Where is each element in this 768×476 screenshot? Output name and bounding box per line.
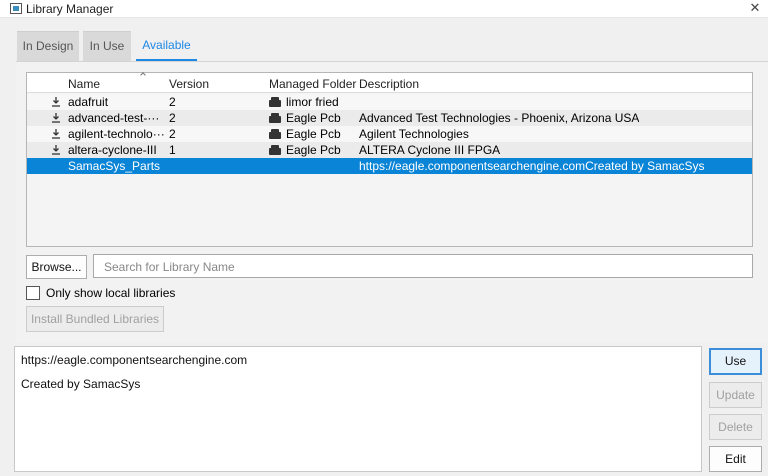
download-icon[interactable] xyxy=(51,128,61,140)
table-row[interactable]: agilent-technolo··· 2 Eagle Pcb Agilent … xyxy=(27,126,752,142)
row-folder: Eagle Pcb xyxy=(286,143,341,157)
download-icon[interactable] xyxy=(51,112,61,124)
download-icon[interactable] xyxy=(51,144,61,156)
table-row[interactable]: adafruit 2 limor fried xyxy=(27,94,752,110)
search-placeholder: Search for Library Name xyxy=(104,260,235,274)
browse-button[interactable]: Browse... xyxy=(26,255,87,279)
row-version: 1 xyxy=(169,143,176,157)
tab-available[interactable]: Available xyxy=(136,31,197,61)
briefcase-icon xyxy=(269,97,281,107)
row-folder: Eagle Pcb xyxy=(286,127,341,141)
column-name[interactable]: Name xyxy=(68,77,100,91)
row-name: altera-cyclone-III xyxy=(68,143,157,157)
column-version[interactable]: Version xyxy=(169,77,209,91)
library-details: https://eagle.componentsearchengine.com … xyxy=(14,346,702,472)
use-button[interactable]: Use xyxy=(709,348,762,375)
table-row-selected[interactable]: SamacSys_Parts https://eagle.componentse… xyxy=(27,158,752,174)
library-table: Name Version Managed Folder Description … xyxy=(26,72,753,247)
row-name: adafruit xyxy=(68,95,109,109)
row-version: 2 xyxy=(169,127,176,141)
table-header: Name Version Managed Folder Description xyxy=(27,72,752,93)
row-folder: limor fried xyxy=(286,95,339,109)
window-title: Library Manager xyxy=(26,2,114,16)
row-description: https://eagle.componentsearchengine.comC… xyxy=(359,159,705,173)
edit-button[interactable]: Edit xyxy=(709,446,762,472)
delete-button[interactable]: Delete xyxy=(709,414,762,440)
details-description: Created by SamacSys xyxy=(21,377,141,391)
row-description: Agilent Technologies xyxy=(359,127,469,141)
column-managed-folder[interactable]: Managed Folder xyxy=(269,77,356,91)
row-name: advanced-test-··· xyxy=(68,111,160,125)
tab-in-design[interactable]: In Design xyxy=(17,31,79,61)
only-local-checkbox[interactable] xyxy=(26,286,40,300)
row-description: ALTERA Cyclone III FPGA xyxy=(359,143,501,157)
details-url: https://eagle.componentsearchengine.com xyxy=(21,353,248,367)
update-button[interactable]: Update xyxy=(709,382,762,408)
install-bundled-libraries-button[interactable]: Install Bundled Libraries xyxy=(26,306,164,332)
table-row[interactable]: advanced-test-··· 2 Eagle Pcb Advanced T… xyxy=(27,110,752,126)
title-bar: Library Manager ✕ xyxy=(0,0,768,18)
library-manager-icon xyxy=(10,3,22,14)
row-folder: Eagle Pcb xyxy=(286,111,341,125)
briefcase-icon xyxy=(269,145,281,155)
briefcase-icon xyxy=(269,113,281,123)
row-name: SamacSys_Parts xyxy=(68,159,161,173)
row-version: 2 xyxy=(169,95,176,109)
row-description: Advanced Test Technologies - Phoenix, Ar… xyxy=(359,111,640,125)
table-row[interactable]: altera-cyclone-III 1 Eagle Pcb ALTERA Cy… xyxy=(27,142,752,158)
row-name: agilent-technolo··· xyxy=(68,127,164,141)
only-local-label: Only show local libraries xyxy=(46,286,176,300)
search-input[interactable]: Search for Library Name xyxy=(93,254,753,278)
tab-in-use[interactable]: In Use xyxy=(83,31,131,61)
row-version: 2 xyxy=(169,111,176,125)
briefcase-icon xyxy=(269,129,281,139)
column-description[interactable]: Description xyxy=(359,77,419,91)
sort-indicator-icon xyxy=(140,72,146,78)
close-icon[interactable]: ✕ xyxy=(748,0,762,16)
download-icon[interactable] xyxy=(51,96,61,108)
